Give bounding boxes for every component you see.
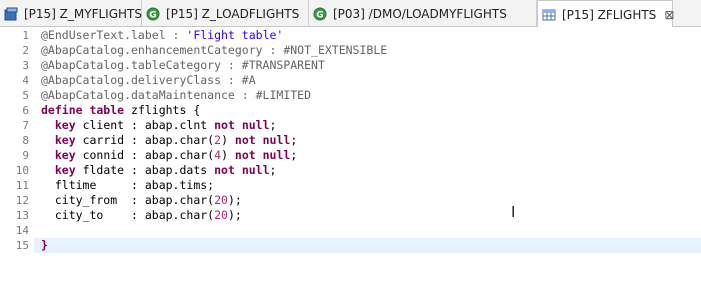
code-line: key client : abap.clnt not null; bbox=[41, 118, 277, 133]
code-token: 20 bbox=[214, 208, 228, 222]
tab-label: [P15] ZFLIGHTS bbox=[562, 7, 657, 22]
line-number: 12 bbox=[15, 194, 29, 207]
line-number: 5 bbox=[22, 89, 29, 102]
code-token: ) bbox=[221, 133, 235, 147]
code-line: key fldate : abap.dats not null; bbox=[41, 163, 277, 178]
code-token: carrid : abap.char( bbox=[75, 133, 215, 147]
code-line: @AbapCatalog.dataMaintenance : #LIMITED bbox=[41, 88, 311, 103]
code-token: } bbox=[41, 238, 48, 252]
code-token: ; bbox=[269, 163, 277, 177]
code-token: @AbapCatalog.enhancementCategory : #NOT_… bbox=[41, 43, 388, 57]
line-number: 4 bbox=[22, 74, 29, 87]
code-token: not null bbox=[214, 118, 270, 132]
code-line: fltime : abap.tims; bbox=[41, 178, 214, 193]
code-token: connid : abap.char( bbox=[75, 148, 215, 162]
line-number: 6 bbox=[22, 104, 29, 117]
line-number: 13 bbox=[15, 209, 29, 222]
tab-label: [P15] Z_MYFLIGHTS bbox=[24, 6, 142, 21]
svg-text:G: G bbox=[149, 10, 156, 20]
tab-label: [P03] /DMO/LOADMYFLIGHTS bbox=[333, 6, 507, 21]
line-number: 10 bbox=[15, 164, 29, 177]
code-token: client : abap.clnt bbox=[75, 118, 215, 132]
code-token: 20 bbox=[214, 193, 228, 207]
line-number: 9 bbox=[22, 149, 29, 162]
code-token: @AbapCatalog.tableCategory : #TRANSPAREN… bbox=[41, 58, 325, 72]
code-token: not null bbox=[214, 163, 270, 177]
code-token: key bbox=[54, 148, 76, 162]
code-line: city_to : abap.char(20); bbox=[41, 208, 242, 223]
code-token: ); bbox=[227, 208, 242, 222]
code-token: not null bbox=[234, 133, 291, 147]
line-number: 7 bbox=[22, 119, 29, 132]
abap-class-icon bbox=[4, 7, 18, 21]
tab-zflights[interactable]: [P15] ZFLIGHTS ⊠ bbox=[537, 0, 674, 28]
abap-program-icon: G bbox=[146, 7, 160, 21]
line-number: 8 bbox=[22, 134, 29, 147]
line-number-gutter: 1 2 3 4 5 6 7 8 9 10 11 12 13 14 15 bbox=[0, 27, 34, 306]
code-token: define table bbox=[41, 103, 125, 117]
code-token: zflights { bbox=[124, 103, 201, 117]
code-line: } bbox=[41, 238, 48, 253]
close-tab-icon[interactable]: ⊠ bbox=[664, 8, 674, 22]
tab-dmo-loadmyflights[interactable]: G [P03] /DMO/LOADMYFLIGHTS bbox=[309, 0, 537, 27]
code-token: key bbox=[54, 118, 76, 132]
line-number: 1 bbox=[22, 29, 29, 42]
code-token: city_from : abap.char( bbox=[41, 193, 215, 207]
code-line: @EndUserText.label : 'Flight table' bbox=[41, 28, 283, 43]
code-token: not null bbox=[234, 148, 291, 162]
line-number: 15 bbox=[15, 239, 29, 252]
code-token: ; bbox=[269, 118, 277, 132]
code-token: key bbox=[54, 133, 76, 147]
code-token: ; bbox=[290, 148, 298, 162]
code-editor[interactable]: 1 2 3 4 5 6 7 8 9 10 11 12 13 14 15 @EndUserText.label… bbox=[0, 27, 701, 306]
editor-tab-bar: [P15] Z_MYFLIGHTS G [P15] Z_LOADFLIGHTS … bbox=[0, 0, 701, 28]
code-token: ) bbox=[221, 148, 235, 162]
tab-label: [P15] Z_LOADFLIGHTS bbox=[166, 6, 300, 21]
code-token: @AbapCatalog.dataMaintenance : #LIMITED bbox=[41, 88, 312, 102]
code-line: @AbapCatalog.tableCategory : #TRANSPAREN… bbox=[41, 58, 325, 73]
current-line-highlight bbox=[34, 238, 701, 253]
code-token: @AbapCatalog.deliveryClass : #A bbox=[41, 73, 256, 87]
svg-text:G: G bbox=[316, 10, 323, 20]
tab-z-loadflights[interactable]: G [P15] Z_LOADFLIGHTS bbox=[142, 0, 309, 27]
text-cursor-icon: I bbox=[511, 203, 516, 221]
code-token: ); bbox=[227, 193, 242, 207]
tab-z-myflights[interactable]: [P15] Z_MYFLIGHTS bbox=[0, 0, 142, 27]
code-token: city_to : abap.char( bbox=[41, 208, 215, 222]
code-token: fldate : abap.dats bbox=[75, 163, 215, 177]
line-number: 14 bbox=[15, 224, 29, 237]
table-icon bbox=[542, 8, 556, 22]
code-token: fltime : abap.tims; bbox=[41, 178, 215, 192]
code-token: key bbox=[54, 163, 76, 177]
code-token: ; bbox=[290, 133, 298, 147]
line-number: 3 bbox=[22, 59, 29, 72]
abap-program-icon: G bbox=[313, 7, 327, 21]
code-line: key carrid : abap.char(2) not null; bbox=[41, 133, 297, 148]
code-line: @AbapCatalog.enhancementCategory : #NOT_… bbox=[41, 43, 387, 58]
code-line: key connid : abap.char(4) not null; bbox=[41, 148, 297, 163]
line-number: 2 bbox=[22, 44, 29, 57]
code-line: city_from : abap.char(20); bbox=[41, 193, 242, 208]
code-line: define table zflights { bbox=[41, 103, 200, 118]
code-line: @AbapCatalog.deliveryClass : #A bbox=[41, 73, 256, 88]
code-token: @EndUserText.label : bbox=[41, 28, 187, 42]
line-number: 11 bbox=[15, 179, 29, 192]
code-token: 'Flight table' bbox=[186, 28, 284, 42]
